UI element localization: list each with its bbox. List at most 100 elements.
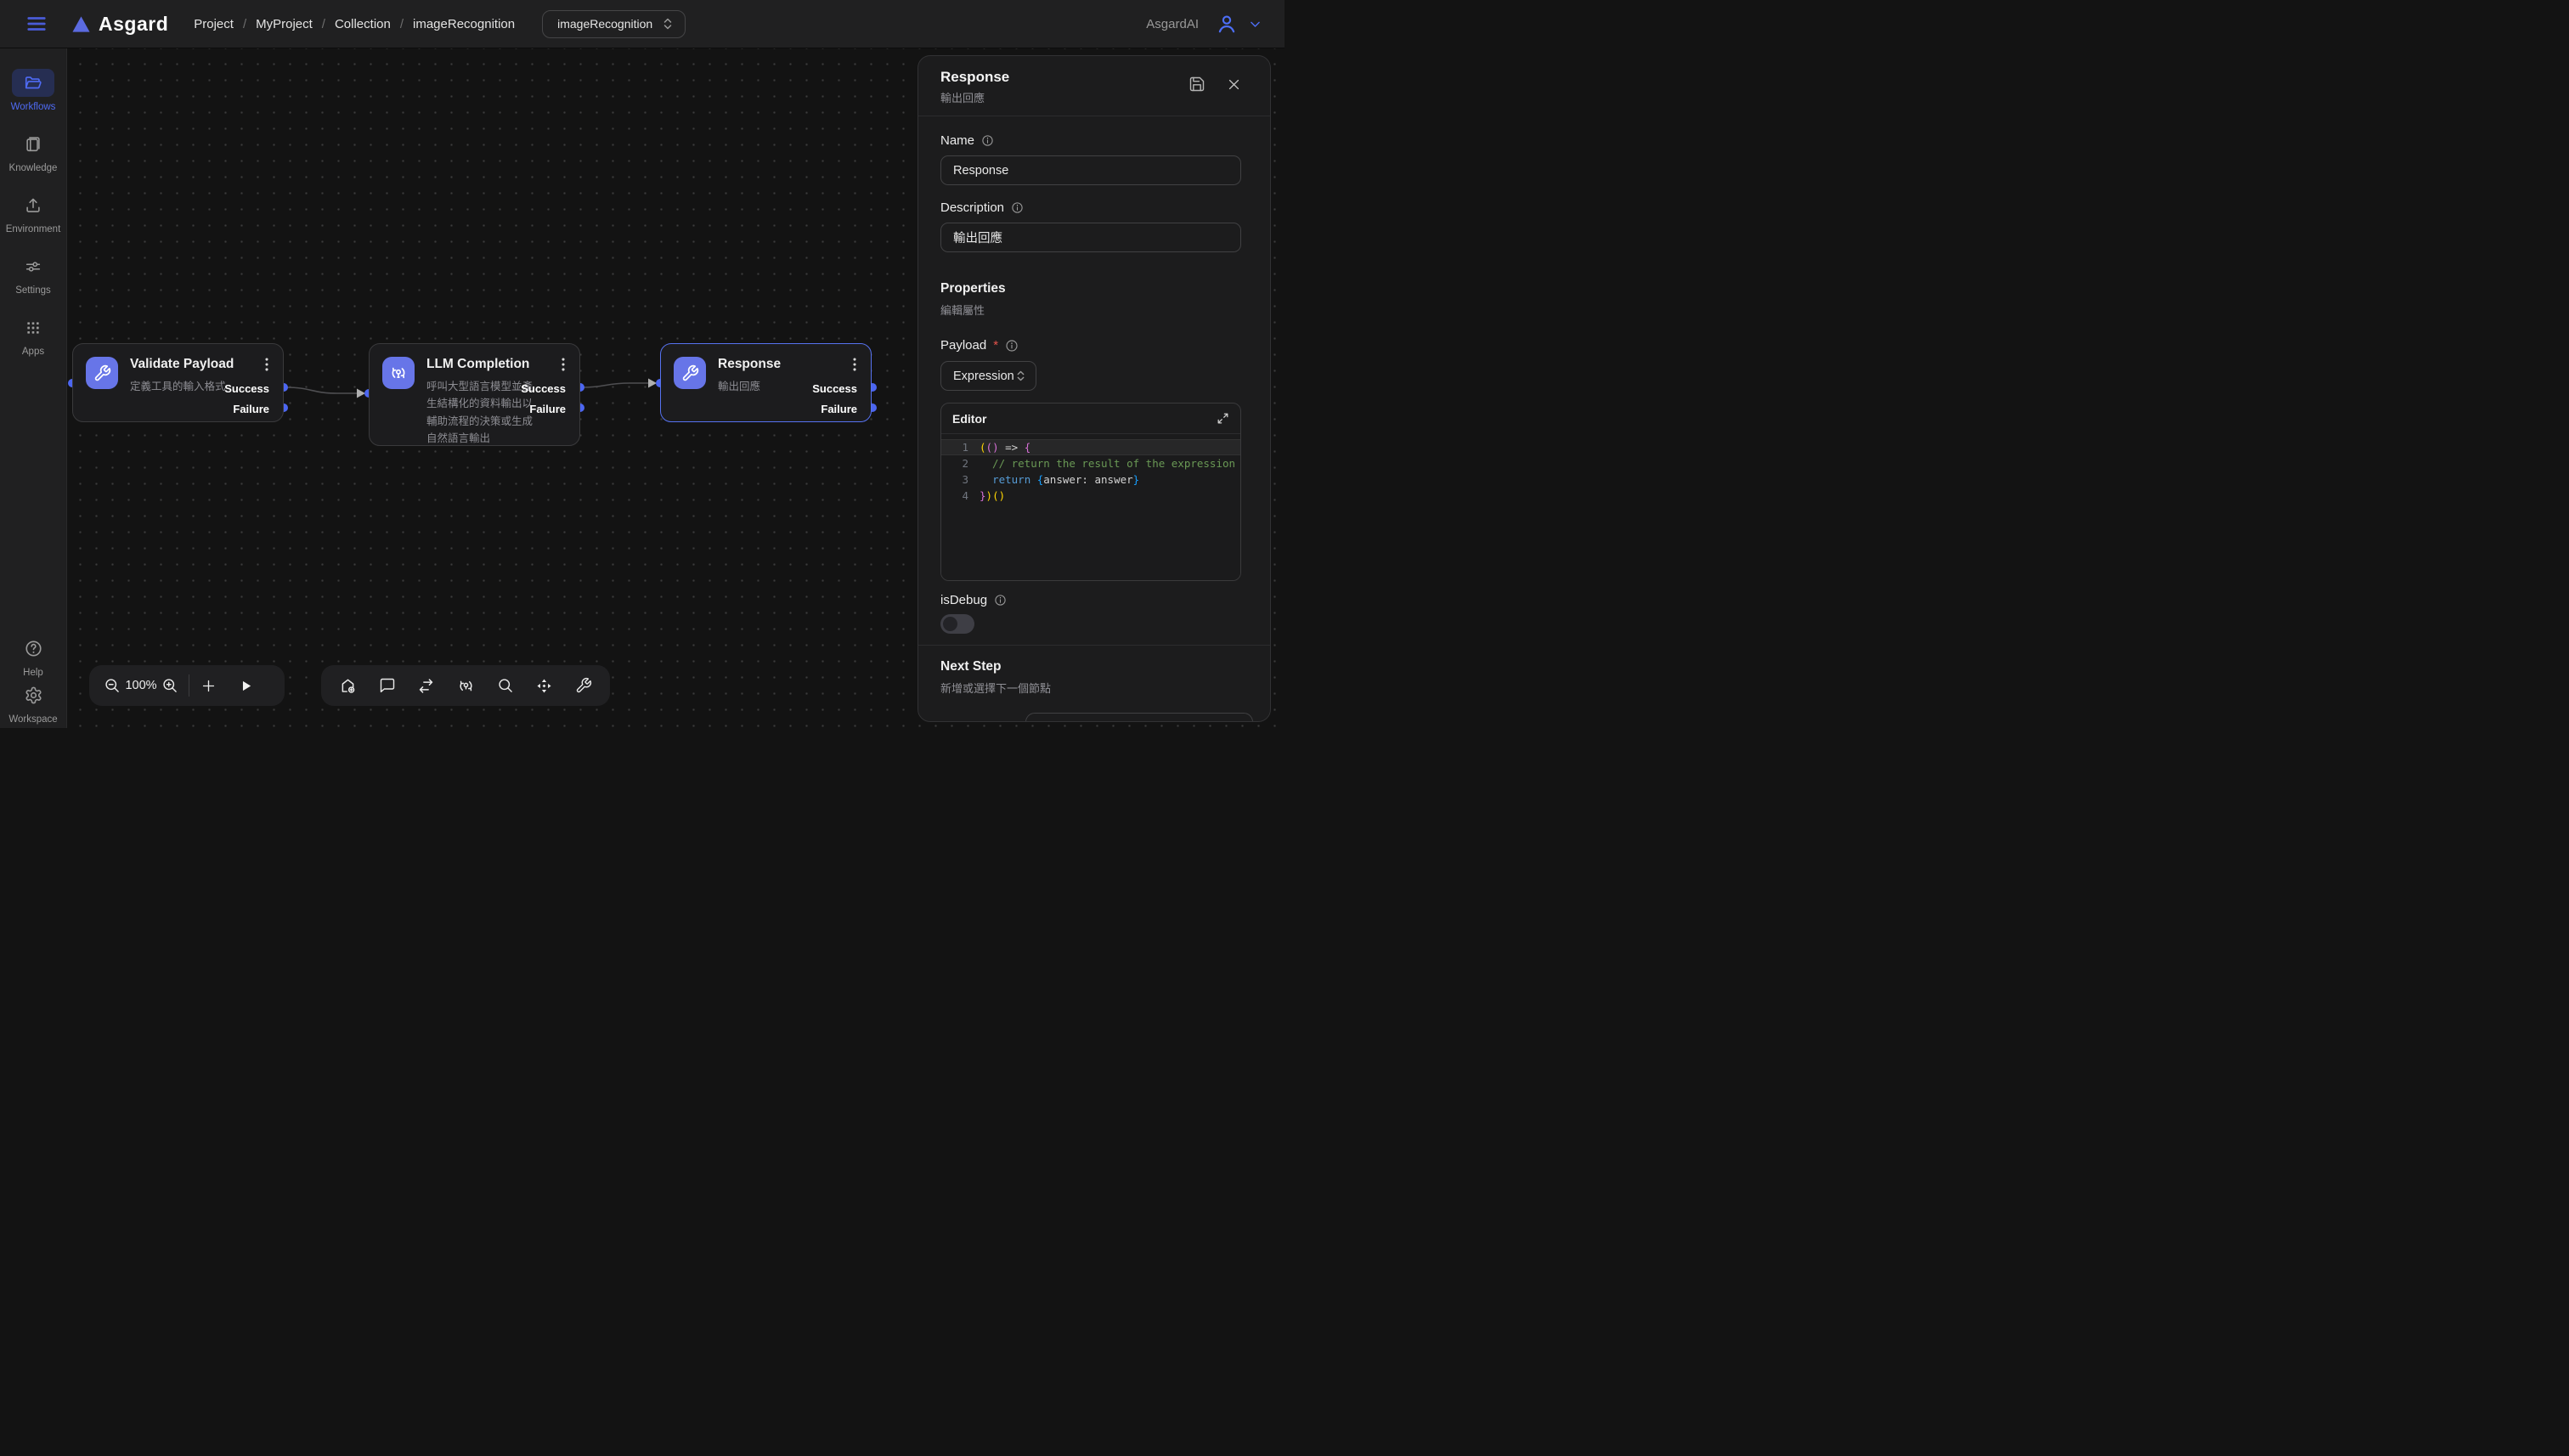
breadcrumb-project[interactable]: Project [194, 17, 234, 31]
llm-tool-button[interactable] [457, 677, 475, 695]
tools-button[interactable] [575, 677, 592, 694]
required-asterisk: * [993, 338, 998, 353]
section-divider [918, 645, 1270, 646]
close-icon[interactable] [1227, 77, 1241, 92]
node-llm-completion[interactable]: LLM Completion 呼叫大型語言模型並產生結構化的資料輸出以輔助流程的… [369, 343, 580, 446]
code-line: 2 // return the result of the expression [941, 455, 1240, 471]
isdebug-toggle[interactable] [940, 614, 974, 634]
name-label-row: Name [940, 133, 1241, 148]
triangle-logo-icon [71, 14, 91, 34]
success-port[interactable]: Success [224, 382, 269, 395]
fit-view-button[interactable] [535, 677, 553, 695]
edge-arrowhead [648, 379, 657, 388]
edge-arrowhead [357, 389, 365, 398]
search-button[interactable] [497, 677, 514, 694]
node-validate-payload[interactable]: Validate Payload 定義工具的輸入格式 Success Failu… [72, 343, 284, 422]
llm-refresh-icon [457, 677, 475, 695]
description-label-row: Description [940, 200, 1241, 215]
logo-text: Asgard [99, 13, 168, 36]
code-editor[interactable]: 1(() => { 2 // return the result of the … [941, 434, 1240, 580]
info-icon[interactable] [994, 594, 1007, 607]
zoom-in-button[interactable] [161, 677, 178, 694]
code-line: 3 return {answer: answer} [941, 471, 1240, 488]
payload-label-row: Payload * [940, 338, 1241, 353]
code-line: 1(() => { [941, 439, 1240, 455]
chevron-updown-icon [663, 18, 673, 30]
code-line: 4})() [941, 488, 1240, 504]
node-title: LLM Completion [426, 357, 529, 372]
kebab-menu-icon[interactable] [845, 355, 864, 374]
panel-subtitle: 輸出回應 [940, 89, 1009, 105]
name-input[interactable]: Response [940, 155, 1241, 185]
expand-icon[interactable] [1217, 412, 1229, 425]
success-port[interactable]: Success [812, 382, 857, 395]
breadcrumb-workflow[interactable]: imageRecognition [413, 17, 515, 31]
edge-llm-to-response [582, 383, 648, 387]
app-logo[interactable]: Asgard [71, 13, 168, 36]
info-icon[interactable] [1005, 339, 1019, 353]
node-title: Validate Payload [130, 357, 234, 372]
sidebar-item-help[interactable]: Help [0, 635, 66, 678]
sidebar-item-workflows[interactable]: Workflows [0, 69, 66, 112]
success-next-step-row: Success + 新增目標節點 [940, 713, 1241, 722]
workflow-select[interactable]: imageRecognition [542, 10, 686, 38]
zoom-level: 100% [121, 679, 161, 692]
swap-arrows-icon [417, 677, 435, 695]
sidebar-item-apps[interactable]: Apps [0, 313, 66, 357]
save-icon[interactable] [1189, 76, 1205, 93]
edge-validate-to-llm [285, 387, 357, 393]
comment-button[interactable] [379, 677, 396, 694]
search-icon [497, 677, 514, 694]
node-subtitle: 定義工具的輸入格式 [130, 378, 226, 395]
kebab-menu-icon[interactable] [257, 355, 276, 374]
failure-port[interactable]: Failure [821, 403, 857, 415]
add-node-icon [339, 677, 357, 695]
hamburger-menu-icon[interactable] [25, 13, 48, 35]
sliders-icon [24, 257, 42, 276]
sidebar-item-settings[interactable]: Settings [0, 252, 66, 296]
left-sidebar: Workflows Knowledge Environment Settings… [0, 48, 67, 728]
play-icon [239, 679, 253, 693]
node-title: Response [718, 357, 781, 372]
grid-icon [25, 319, 42, 336]
chevron-updown-icon [1016, 370, 1025, 381]
inspector-panel: Response 輸出回應 Name Response Descripti [918, 55, 1271, 722]
folder-icon [24, 74, 42, 93]
toggle-knob [943, 617, 957, 631]
zoom-out-icon [104, 677, 121, 694]
panel-title: Response [940, 69, 1009, 86]
kebab-menu-icon[interactable] [554, 355, 573, 374]
payload-type-select[interactable]: Expression [940, 361, 1036, 391]
action-toolbar [321, 665, 610, 706]
breadcrumb-myproject[interactable]: MyProject [256, 17, 313, 31]
chevron-down-icon[interactable] [1248, 17, 1262, 31]
top-navbar: Asgard Project / MyProject / Collection … [0, 0, 1284, 48]
breadcrumb-collection[interactable]: Collection [335, 17, 391, 31]
info-icon[interactable] [981, 134, 994, 147]
run-button[interactable] [239, 679, 253, 693]
move-icon [535, 677, 553, 695]
add-target-node-button[interactable]: + 新增目標節點 [1025, 713, 1253, 722]
add-node-button[interactable] [339, 677, 357, 695]
failure-port[interactable]: Failure [233, 403, 269, 415]
next-step-subtitle: 新增或選擇下一個節點 [940, 680, 1241, 696]
zoom-out-button[interactable] [104, 677, 121, 694]
person-icon[interactable] [1216, 13, 1238, 35]
info-icon[interactable] [1011, 201, 1024, 214]
upload-icon [24, 196, 42, 215]
add-button[interactable] [200, 678, 217, 694]
node-response[interactable]: Response 輸出回應 Success Failure [660, 343, 872, 422]
book-icon [24, 135, 42, 154]
sidebar-item-knowledge[interactable]: Knowledge [0, 130, 66, 173]
success-port[interactable]: Success [521, 382, 566, 395]
zoom-in-icon [161, 677, 178, 694]
sidebar-item-workspace[interactable]: Workspace [0, 681, 66, 725]
properties-subtitle: 編輯屬性 [940, 302, 1241, 318]
failure-port[interactable]: Failure [529, 403, 566, 415]
wrench-icon [575, 677, 592, 694]
comment-icon [379, 677, 396, 694]
plus-icon [200, 678, 217, 694]
sidebar-item-environment[interactable]: Environment [0, 191, 66, 234]
description-input[interactable]: 輸出回應 [940, 223, 1241, 252]
swap-connections-button[interactable] [417, 677, 435, 695]
